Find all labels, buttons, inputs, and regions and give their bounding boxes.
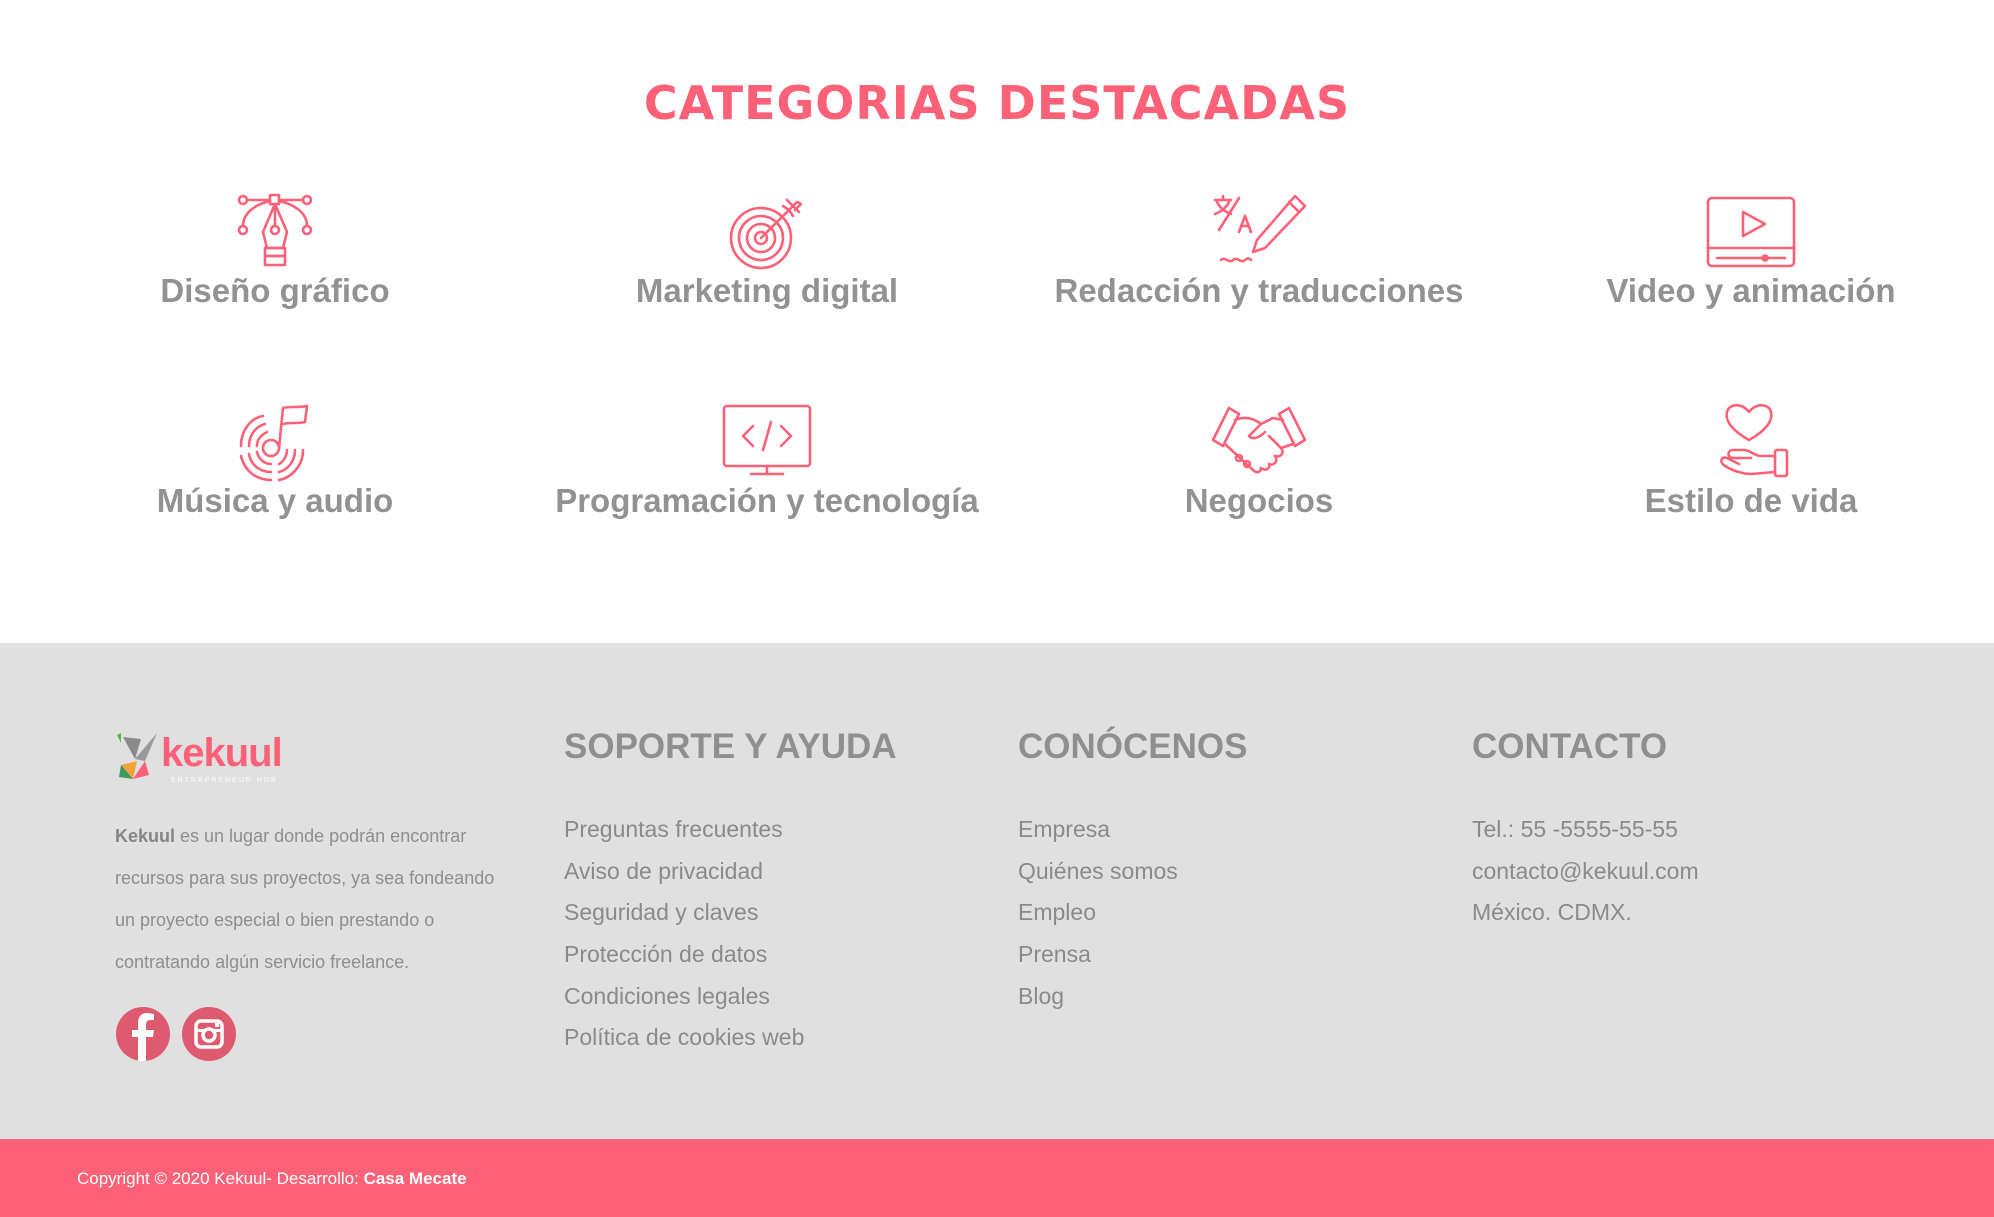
target-icon: [537, 192, 997, 272]
category-marketing-digital[interactable]: Marketing digital: [537, 192, 997, 310]
heart-hand-icon: [1521, 402, 1981, 482]
contact-location: México. CDMX.: [1472, 899, 1632, 926]
contact-info: Tel.: 55 -5555-55-55 contacto@kekuul.com…: [1472, 816, 1699, 941]
category-label: Diseño gráfico: [160, 272, 390, 309]
category-redaccion-traducciones[interactable]: Redacción y traducciones: [1029, 192, 1489, 310]
support-links: Preguntas frecuentes Aviso de privacidad…: [564, 816, 804, 1066]
copyright-bar: Copyright © 2020 Kekuul- Desarrollo: Cas…: [0, 1139, 1994, 1217]
category-label: Música y audio: [156, 482, 394, 519]
music-note-icon: [45, 402, 505, 482]
support-heading: SOPORTE Y AYUDA: [564, 727, 897, 766]
footer: kekuul ENTREPRENEUR HUB Kekuul es un lug…: [0, 643, 1994, 1139]
logo-tagline: ENTREPRENEUR HUB: [171, 777, 278, 784]
video-player-icon: [1521, 192, 1981, 272]
category-label: Video y animación: [1606, 272, 1896, 309]
copyright-label: Copyright © 2020 Kekuul- Desarrollo:: [77, 1169, 364, 1188]
category-programacion-tecnologia[interactable]: Programación y tecnología: [537, 402, 997, 520]
facebook-button[interactable]: [116, 1007, 170, 1061]
code-monitor-icon: [537, 402, 997, 482]
category-diseno-grafico[interactable]: Diseño gráfico: [45, 192, 505, 310]
copyright-text: Copyright © 2020 Kekuul- Desarrollo: Cas…: [77, 1169, 467, 1189]
about-us-heading: CONÓCENOS: [1018, 727, 1248, 766]
developer-link[interactable]: Casa Mecate: [364, 1169, 467, 1188]
section-title: CATEGORIAS DESTACADAS: [643, 76, 1351, 130]
footer-link-blog[interactable]: Blog: [1018, 983, 1178, 1025]
footer-link-security[interactable]: Seguridad y claves: [564, 899, 804, 941]
category-label: Programación y tecnología: [555, 482, 979, 519]
about-brand: Kekuul: [115, 826, 176, 846]
handshake-icon: [1029, 402, 1489, 482]
translate-pencil-icon: [1029, 192, 1489, 272]
footer-link-jobs[interactable]: Empleo: [1018, 899, 1178, 941]
logo-text: kekuul: [161, 731, 283, 775]
category-musica-audio[interactable]: Música y audio: [45, 402, 505, 520]
kekuul-logo[interactable]: kekuul ENTREPRENEUR HUB: [115, 731, 287, 791]
footer-link-company[interactable]: Empresa: [1018, 816, 1178, 858]
pen-tool-icon: [45, 192, 505, 272]
footer-link-press[interactable]: Prensa: [1018, 941, 1178, 983]
contact-email[interactable]: contacto@kekuul.com: [1472, 858, 1699, 900]
facebook-icon: [132, 1013, 154, 1061]
featured-categories-section: CATEGORIAS DESTACADAS Diseño gráfico Mar…: [0, 0, 1994, 643]
category-label: Marketing digital: [635, 272, 899, 309]
footer-link-data-protection[interactable]: Protección de datos: [564, 941, 804, 983]
instagram-button[interactable]: [182, 1007, 236, 1061]
footer-link-faq[interactable]: Preguntas frecuentes: [564, 816, 804, 858]
footer-link-cookie-policy[interactable]: Política de cookies web: [564, 1024, 804, 1066]
footer-link-who-we-are[interactable]: Quiénes somos: [1018, 858, 1178, 900]
about-us-links: Empresa Quiénes somos Empleo Prensa Blog: [1018, 816, 1178, 1024]
footer-link-privacy-notice[interactable]: Aviso de privacidad: [564, 858, 804, 900]
category-label: Redacción y traducciones: [1054, 272, 1464, 309]
instagram-icon: [194, 1019, 224, 1049]
kekuul-bird-icon: [117, 733, 157, 779]
about-text: Kekuul es un lugar donde podrán encontra…: [115, 815, 505, 983]
footer-link-legal-terms[interactable]: Condiciones legales: [564, 983, 804, 1025]
category-video-animacion[interactable]: Video y animación: [1521, 192, 1981, 310]
category-label: Negocios: [1184, 482, 1334, 519]
contact-phone[interactable]: Tel.: 55 -5555-55-55: [1472, 816, 1699, 858]
category-negocios[interactable]: Negocios: [1029, 402, 1489, 520]
category-estilo-vida[interactable]: Estilo de vida: [1521, 402, 1981, 520]
about-description: es un lugar donde podrán encontrar recur…: [115, 826, 495, 972]
contact-heading: CONTACTO: [1472, 727, 1668, 766]
category-label: Estilo de vida: [1644, 482, 1858, 519]
